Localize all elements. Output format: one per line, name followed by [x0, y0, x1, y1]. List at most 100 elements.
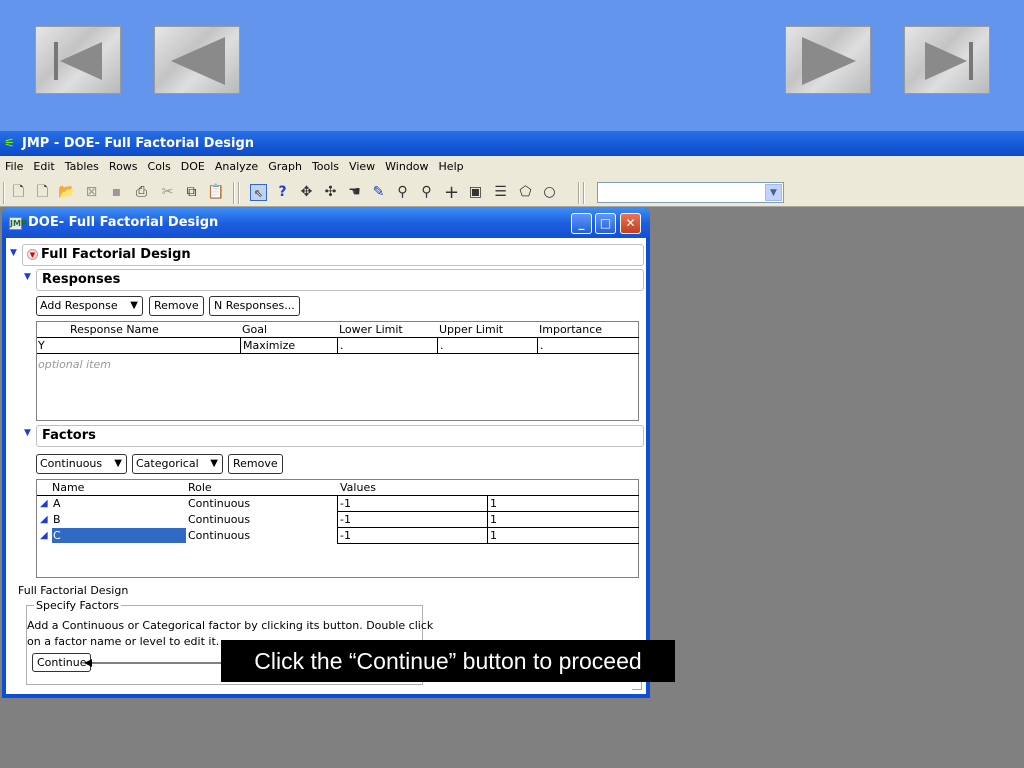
open-folder-icon[interactable]: 📂: [58, 184, 75, 201]
menu-doe[interactable]: DOE: [176, 156, 210, 178]
jmp-window-icon: JMP: [9, 217, 27, 230]
toolbar-separator: [578, 182, 580, 204]
doe-window: JMP DOE- Full Factorial Design _ □ ✕ ▼ ▼…: [2, 208, 650, 698]
selection-tool-icon[interactable]: ✥: [298, 184, 315, 201]
menu-view[interactable]: View: [344, 156, 380, 178]
continuous-factor-icon: ◢: [40, 514, 48, 525]
menu-edit[interactable]: Edit: [28, 156, 59, 178]
chevron-down-icon: ▼: [210, 458, 218, 469]
copy-icon[interactable]: ⧉: [183, 184, 200, 201]
hand-tool-icon[interactable]: ☚: [346, 184, 363, 201]
chevron-down-icon: ▼: [765, 184, 782, 201]
next-slide-icon: [802, 37, 856, 85]
factor-high-value-cell[interactable]: 1: [490, 528, 497, 543]
continuous-factor-icon: ◢: [40, 530, 48, 541]
crosshair-plus-icon[interactable]: +: [443, 184, 460, 202]
brush-tool-icon[interactable]: ✎: [370, 184, 387, 201]
callout-arrow-icon: [84, 659, 234, 667]
factor-name-cell[interactable]: A: [53, 496, 61, 511]
doe-window-titlebar: JMP DOE- Full Factorial Design _ □ ✕: [2, 208, 650, 238]
chevron-down-icon: ▼: [114, 458, 122, 469]
response-goal-cell[interactable]: Maximize: [243, 338, 295, 353]
help-tool-icon[interactable]: ?: [274, 184, 291, 201]
new-document-icon[interactable]: 🗋: [10, 184, 27, 201]
categorical-factor-dropdown[interactable]: Categorical ▼: [132, 454, 223, 474]
factor-low-value-cell[interactable]: -1: [340, 512, 351, 527]
print-icon[interactable]: ⎙: [133, 184, 150, 201]
menu-tables[interactable]: Tables: [60, 156, 104, 178]
save-icon[interactable]: ▪: [108, 184, 125, 201]
response-upper-limit-cell[interactable]: .: [440, 338, 444, 353]
red-triangle-menu-icon[interactable]: ▼: [27, 249, 38, 260]
polygon-tool-icon[interactable]: ⬠: [517, 184, 534, 201]
first-slide-button[interactable]: [35, 26, 121, 94]
continuous-factor-dropdown[interactable]: Continuous ▼: [36, 454, 127, 474]
factors-outline: Factors: [36, 425, 644, 447]
disclosure-triangle-icon[interactable]: ▼: [24, 267, 31, 287]
factor-role-cell: Continuous: [188, 497, 251, 510]
jmp-app-icon: ⚟: [4, 136, 15, 150]
n-responses-button[interactable]: N Responses...: [209, 296, 300, 316]
factor-name-cell-selected[interactable]: C: [52, 528, 186, 543]
crosshair-tool-icon[interactable]: ✣: [322, 184, 339, 201]
lasso-tool-icon[interactable]: ⚲: [394, 184, 411, 201]
table-row[interactable]: ◢ B Continuous -1 1: [37, 512, 639, 528]
menu-cols[interactable]: Cols: [143, 156, 176, 178]
arrow-tool-icon[interactable]: ⇖: [250, 184, 267, 201]
specify-factors-label: Specify Factors: [34, 598, 121, 613]
column-header: Importance: [539, 323, 603, 336]
remove-factor-button[interactable]: Remove: [228, 454, 283, 474]
app-title: JMP - DOE- Full Factorial Design: [22, 136, 255, 151]
categorical-label: Categorical: [136, 457, 199, 470]
annotate-tool-icon[interactable]: ▣: [467, 184, 484, 201]
close-icon[interactable]: ⊠: [83, 184, 100, 201]
app-titlebar: ⚟ JMP - DOE- Full Factorial Design: [0, 131, 1024, 156]
outline-title: Full Factorial Design: [41, 247, 191, 262]
menu-graph[interactable]: Graph: [263, 156, 307, 178]
menu-tools[interactable]: Tools: [307, 156, 344, 178]
factor-low-value-cell[interactable]: -1: [340, 528, 351, 543]
chevron-down-icon: ▼: [130, 300, 138, 311]
menu-file[interactable]: File: [0, 156, 28, 178]
menu-help[interactable]: Help: [434, 156, 469, 178]
table-row[interactable]: ◢ A Continuous -1 1: [37, 496, 639, 512]
menu-bar: File Edit Tables Rows Cols DOE Analyze G…: [0, 156, 1024, 178]
next-slide-button[interactable]: [785, 26, 871, 94]
last-slide-button[interactable]: [904, 26, 990, 94]
column-header: Upper Limit: [439, 323, 504, 336]
maximize-button[interactable]: □: [595, 213, 616, 234]
responses-title: Responses: [42, 272, 121, 287]
toolbar-combo[interactable]: ▼: [597, 182, 784, 203]
disclosure-triangle-icon[interactable]: ▼: [10, 243, 17, 263]
factors-title: Factors: [42, 428, 96, 443]
toolbar-separator: [233, 182, 235, 204]
full-factorial-outline: ▼ Full Factorial Design: [22, 244, 644, 266]
factor-name-cell[interactable]: B: [53, 512, 61, 527]
previous-slide-button[interactable]: [154, 26, 240, 94]
disclosure-triangle-icon[interactable]: ▼: [24, 423, 31, 443]
cut-icon[interactable]: ✂: [159, 184, 176, 201]
add-response-dropdown[interactable]: Add Response ▼: [36, 296, 143, 316]
factor-high-value-cell[interactable]: 1: [490, 496, 497, 511]
optional-item-placeholder[interactable]: optional item: [38, 357, 111, 372]
minimize-button[interactable]: _: [571, 213, 592, 234]
remove-response-button[interactable]: Remove: [149, 296, 204, 316]
close-button[interactable]: ✕: [620, 213, 641, 234]
factor-low-value-cell[interactable]: -1: [340, 496, 351, 511]
menu-analyze[interactable]: Analyze: [210, 156, 263, 178]
table-row[interactable]: ◢ C Continuous -1 1: [37, 528, 639, 544]
line-tool-icon[interactable]: ☰: [492, 184, 509, 201]
continue-button[interactable]: Continue: [32, 653, 92, 672]
circle-tool-icon[interactable]: ○: [541, 184, 558, 201]
response-lower-limit-cell[interactable]: .: [340, 338, 344, 353]
response-name-cell[interactable]: Y: [38, 338, 45, 353]
paste-icon[interactable]: 📋: [207, 184, 224, 201]
response-importance-cell[interactable]: .: [540, 338, 544, 353]
menu-window[interactable]: Window: [380, 156, 433, 178]
magnifier-tool-icon[interactable]: ⚲: [418, 184, 435, 201]
factor-high-value-cell[interactable]: 1: [490, 512, 497, 527]
column-header: Response Name: [70, 323, 159, 336]
column-header: Name: [52, 481, 85, 494]
menu-rows[interactable]: Rows: [104, 156, 143, 178]
new-file-icon[interactable]: 🗋: [34, 184, 51, 201]
